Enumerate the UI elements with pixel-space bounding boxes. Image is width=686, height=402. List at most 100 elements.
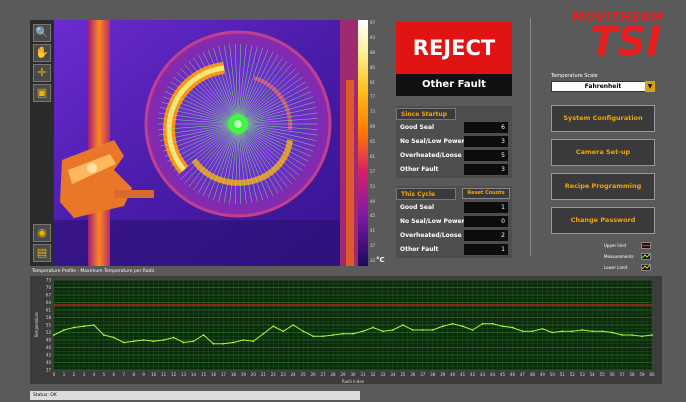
table-row: Overheated/Loose 5 [396, 149, 512, 162]
x-tick-label: 22 [271, 372, 277, 377]
y-tick-label: 55 [46, 323, 52, 328]
data-point [451, 322, 454, 325]
crosshair-icon[interactable]: ✛ [33, 64, 51, 82]
image-icon[interactable]: ▣ [33, 84, 51, 102]
x-tick-label: 39 [440, 372, 446, 377]
x-axis-label: Radii Index [342, 379, 365, 384]
row-value: 5 [464, 150, 508, 161]
system-configuration-button[interactable]: System Configuration [551, 105, 655, 132]
x-tick-label: 56 [610, 372, 616, 377]
x-tick-label: 7 [122, 372, 125, 377]
data-point [651, 334, 653, 336]
x-tick-label: 1 [63, 372, 66, 377]
y-tick-label: 67 [46, 293, 52, 298]
row-value: 3 [464, 164, 508, 175]
camera-icon[interactable]: ◉ [33, 224, 51, 242]
x-tick-label: 16 [211, 372, 217, 377]
y-tick-label: 40 [46, 360, 52, 365]
data-point [172, 336, 175, 339]
x-tick-label: 42 [470, 372, 476, 377]
x-tick-label: 30 [350, 372, 356, 377]
x-tick-label: 20 [251, 372, 257, 377]
scale-tick-label: 49 [370, 198, 376, 204]
data-point [441, 325, 444, 328]
data-point [302, 330, 305, 333]
temperature-scale-label: Temperature Scale [551, 73, 598, 79]
table-row: Other Fault 1 [396, 243, 512, 256]
x-tick-label: 6 [113, 372, 116, 377]
x-tick-label: 17 [221, 372, 227, 377]
reset-counts-button[interactable]: Reset Counts [462, 188, 510, 199]
data-point [511, 326, 514, 329]
temperature-scale-select[interactable]: Fahrenheit [551, 81, 655, 92]
x-tick-label: 28 [331, 372, 337, 377]
x-tick-label: 46 [510, 372, 516, 377]
data-point [122, 341, 125, 344]
x-tick-label: 51 [560, 372, 566, 377]
thermal-image-svg [54, 20, 358, 266]
pan-hand-icon[interactable]: ✋ [33, 44, 51, 62]
x-tick-label: 38 [430, 372, 436, 377]
y-tick-label: 64 [46, 300, 52, 305]
x-tick-label: 47 [520, 372, 526, 377]
row-label: No Seal/Low Power [400, 218, 465, 225]
y-tick-label: 73 [46, 278, 52, 283]
x-tick-label: 8 [132, 372, 135, 377]
logo-tsi: TSI [590, 19, 661, 65]
camera-setup-button[interactable]: Camera Set-up [551, 139, 655, 166]
row-value: 1 [464, 244, 508, 255]
x-tick-label: 50 [550, 372, 556, 377]
data-point [272, 325, 275, 328]
data-point [73, 326, 75, 329]
zoom-icon[interactable]: 🔍 [33, 24, 51, 42]
table-row: Good Seal 1 [396, 201, 512, 214]
recipe-programming-button[interactable]: Recipe Programming [551, 173, 655, 200]
row-label: Other Fault [400, 166, 439, 173]
row-label: Overheated/Loose [400, 232, 462, 239]
x-tick-label: 26 [311, 372, 317, 377]
x-tick-label: 18 [231, 372, 237, 377]
data-point [53, 334, 55, 336]
chart-svg: 737067646158555249464340370 1 2 3 4 5 6 7 8 9 10 11… [34, 278, 655, 385]
data-point [621, 334, 623, 336]
thermal-image[interactable] [54, 20, 358, 266]
scale-tick-label: 65 [370, 139, 376, 144]
scale-tick-label: 37 [370, 243, 376, 249]
change-password-button[interactable]: Change Password [551, 207, 655, 234]
scale-tick-label: 53 [370, 183, 376, 189]
data-point [541, 327, 544, 330]
save-image-icon[interactable]: ▤ [33, 244, 51, 262]
x-tick-label: 23 [281, 372, 287, 377]
divider [530, 18, 531, 256]
scale-tick-label: 33 [370, 258, 376, 263]
data-point [501, 325, 504, 328]
data-point [421, 329, 424, 331]
data-point [382, 330, 384, 333]
legend-lower-swatch [641, 264, 651, 271]
x-tick-label: 14 [191, 372, 197, 377]
data-point [372, 326, 374, 329]
scale-tick-label: 57 [370, 168, 376, 174]
row-value: 2 [464, 230, 508, 241]
x-tick-label: 37 [420, 372, 426, 377]
table-row: Good Seal 6 [396, 121, 512, 134]
data-point [92, 324, 95, 326]
data-point [571, 330, 574, 333]
x-tick-label: 10 [151, 372, 157, 377]
data-point [631, 334, 633, 336]
data-point [461, 325, 464, 328]
temperature-profile-chart[interactable]: 73 70 67 64 61 58 55 52 49 46 43 40 37 0 1 2 3 4 5 6 7 8 9 10 11… [30, 276, 662, 384]
data-point [491, 322, 494, 325]
x-tick-label: 32 [370, 372, 376, 377]
x-tick-label: 49 [540, 372, 546, 377]
data-point [342, 332, 344, 335]
result-reason: Other Fault [396, 74, 512, 96]
chevron-down-icon[interactable]: ▼ [645, 81, 655, 92]
data-point [292, 324, 295, 326]
data-point [481, 322, 484, 325]
inspection-result: REJECT Other Fault [396, 22, 512, 96]
row-value: 1 [464, 202, 508, 213]
x-tick-label: 21 [261, 372, 267, 377]
scale-tick-label: 81 [370, 79, 376, 85]
x-tick-label: 34 [390, 372, 396, 377]
